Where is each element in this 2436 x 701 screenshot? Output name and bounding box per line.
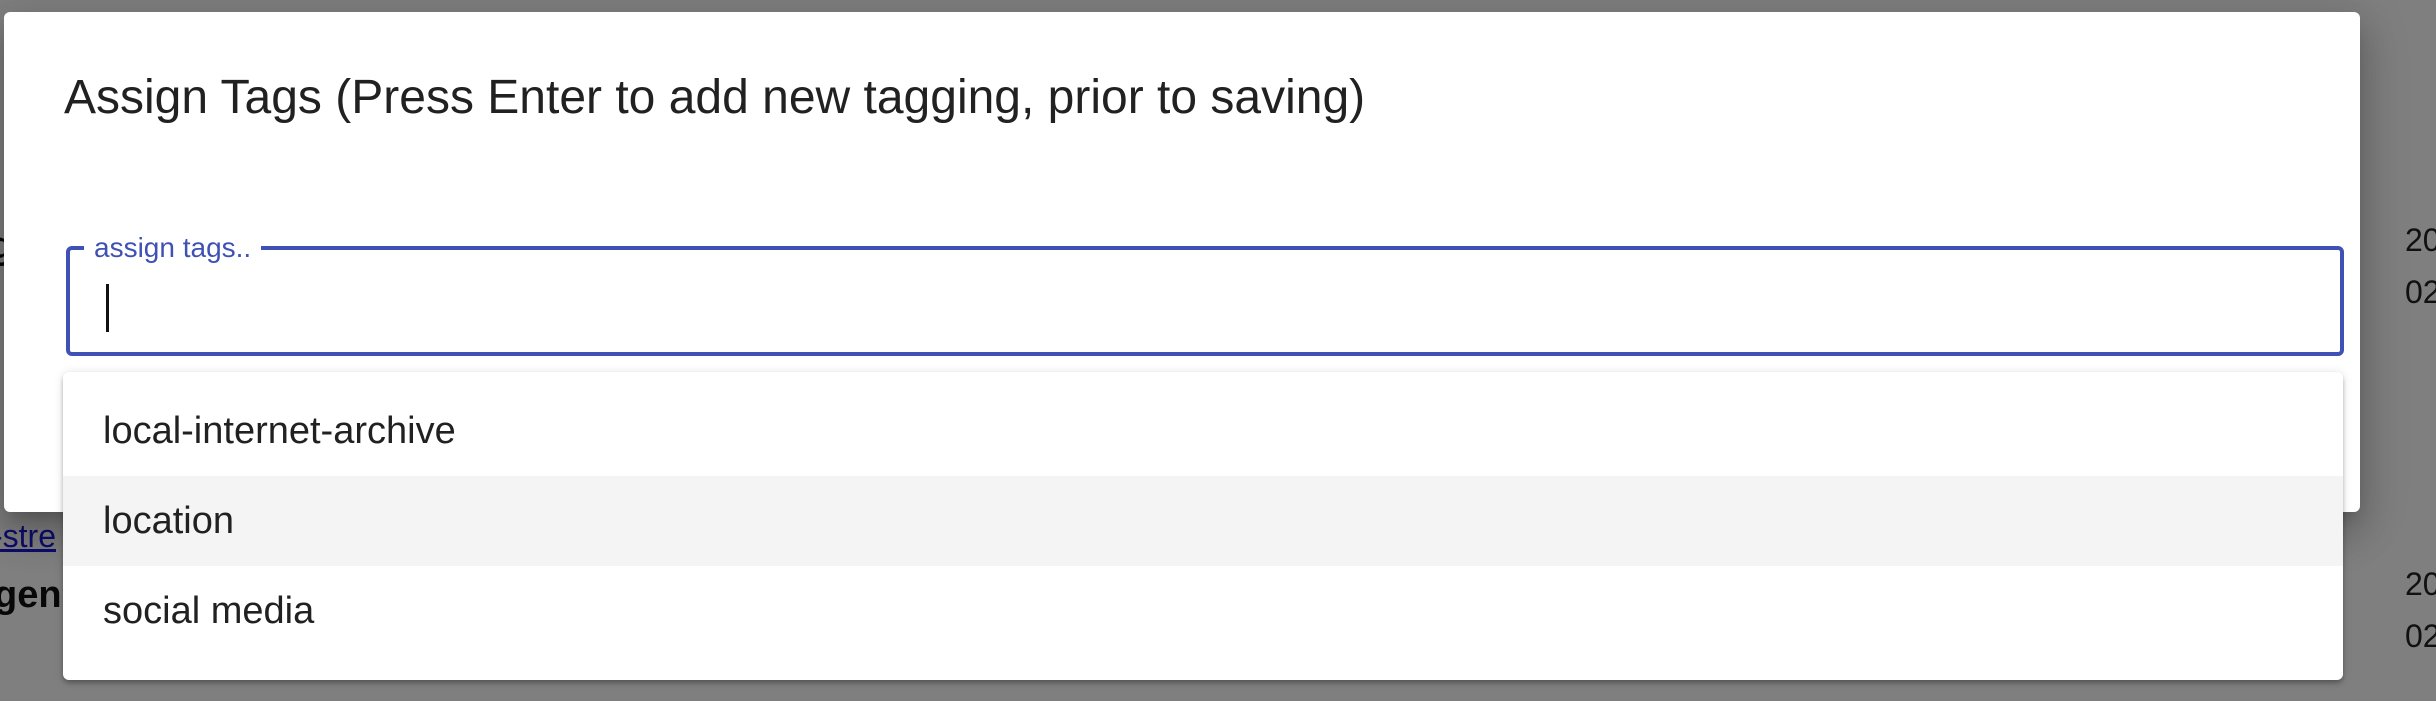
tag-suggestions-listbox: local-internet-archive location social m…: [63, 372, 2343, 680]
dialog-title: Assign Tags (Press Enter to add new tagg…: [64, 71, 1366, 124]
assign-tags-field[interactable]: assign tags..: [66, 220, 2344, 356]
assign-tags-label: assign tags..: [94, 232, 252, 263]
tag-option-local-internet-archive[interactable]: local-internet-archive: [63, 386, 2343, 476]
assign-tags-input[interactable]: [102, 272, 2286, 344]
tag-option-location[interactable]: location: [63, 476, 2343, 566]
text-caret: [106, 284, 109, 332]
tag-option-social-media[interactable]: social media: [63, 566, 2343, 656]
